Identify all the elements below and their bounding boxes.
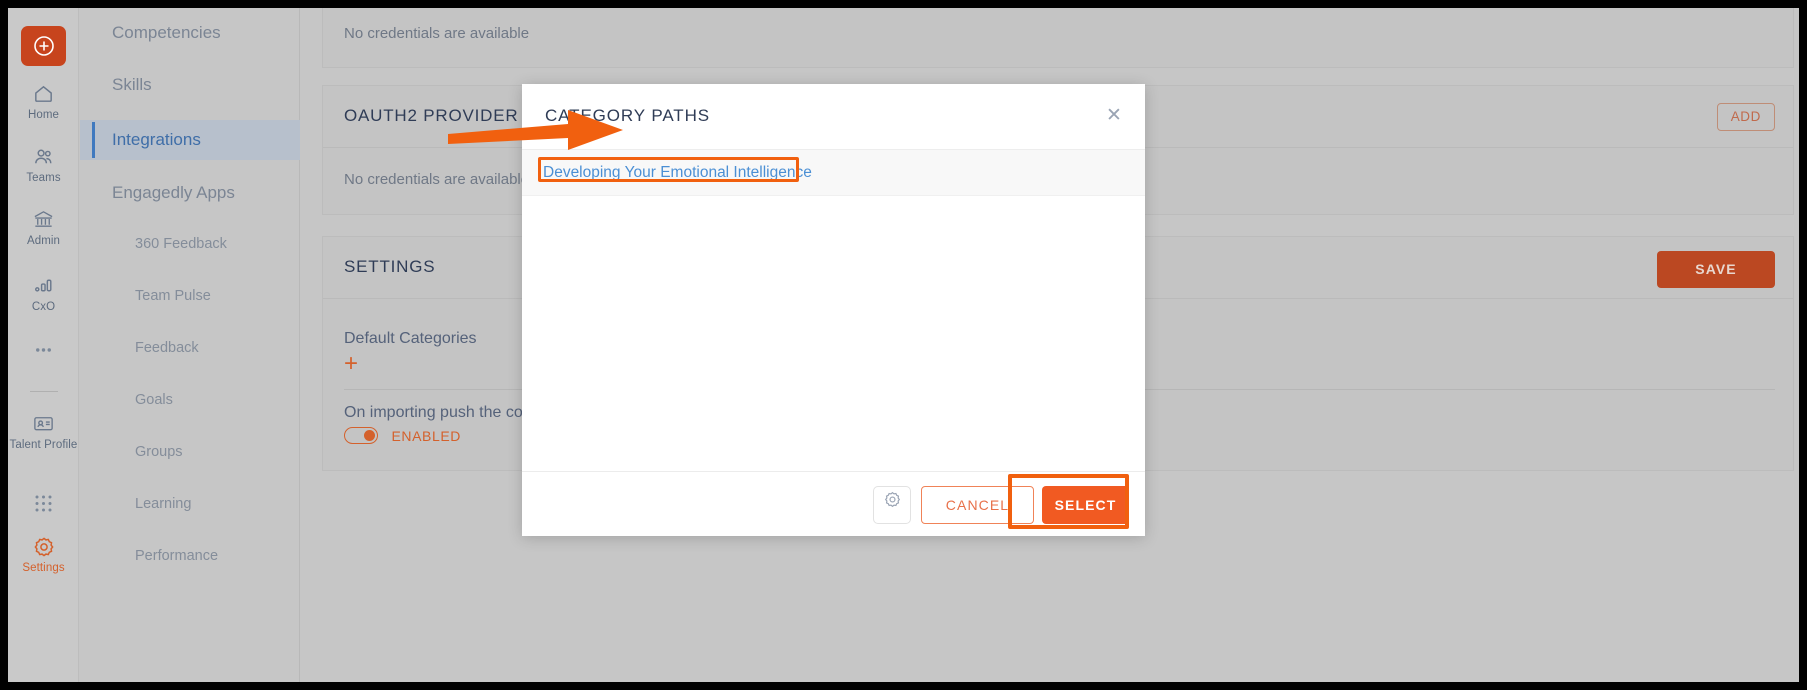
rail-label-home: Home (27, 109, 60, 121)
people-icon (8, 145, 79, 169)
rail-item-admin[interactable]: Admin (8, 208, 79, 248)
sidebar-item-groups[interactable]: Groups (80, 432, 300, 472)
rail-label-teams: Teams (26, 172, 61, 184)
modal-header: CATEGORY PATHS ✕ (522, 84, 1145, 149)
add-button[interactable]: ADD (1716, 103, 1775, 131)
settings-card-title: SETTINGS (344, 257, 436, 276)
sidebar-label-learning: Learning (135, 496, 192, 512)
default-categories-label: Default Categories (344, 330, 477, 347)
save-button[interactable]: SAVE (1657, 251, 1775, 288)
category-path-link[interactable]: Developing Your Emotional Intelligence (543, 164, 812, 181)
cancel-button[interactable]: CANCEL (921, 486, 1034, 524)
sidebar-label-360-feedback: 360 Feedback (135, 236, 227, 252)
toggle-on-icon[interactable] (344, 427, 378, 445)
rail-label-settings: Settings (22, 562, 65, 574)
rail-label-cxo: CxO (31, 301, 56, 313)
add-category-plus-icon[interactable]: + (344, 352, 358, 376)
sidebar-item-skills[interactable]: Skills (80, 65, 300, 105)
sidebar-item-performance[interactable]: Performance (80, 536, 300, 576)
credentials-empty-text-oauth: No credentials are available (344, 171, 530, 188)
rail-item-cxo[interactable]: CxO (8, 274, 79, 314)
close-icon[interactable]: ✕ (1101, 104, 1127, 130)
sidebar-item-competencies[interactable]: Competencies (80, 13, 300, 53)
select-button[interactable]: SELECT (1042, 486, 1129, 524)
credentials-empty-text-top: No credentials are available (344, 25, 530, 42)
primary-icon-rail: Home Teams Admin CxO Talent Profile Sett… (8, 8, 79, 682)
sidebar-label-performance: Performance (135, 548, 219, 564)
rail-item-teams[interactable]: Teams (8, 145, 79, 185)
sidebar-item-team-pulse[interactable]: Team Pulse (80, 276, 300, 316)
sidebar-label-integrations: Integrations (112, 130, 201, 149)
sidebar-label-competencies: Competencies (112, 23, 221, 42)
gear-icon (8, 535, 79, 559)
sidebar-item-360-feedback[interactable]: 360 Feedback (80, 224, 300, 264)
sidebar-label-groups: Groups (135, 444, 183, 460)
settings-gear-button[interactable] (873, 486, 911, 524)
gear-icon (883, 491, 902, 512)
home-icon (8, 82, 79, 106)
screenshot-frame: Home Teams Admin CxO Talent Profile Sett… (0, 0, 1807, 690)
modal-footer: CANCEL SELECT (522, 471, 1145, 536)
settings-sub-navigation: Competencies Skills Integrations Engaged… (80, 8, 300, 682)
plus-circle-icon (21, 34, 66, 58)
rail-label-admin: Admin (26, 235, 61, 247)
bank-icon (8, 208, 79, 232)
sidebar-label-team-pulse: Team Pulse (135, 288, 211, 304)
credentials-card-top: No credentials are available (322, 8, 1794, 68)
rail-divider (30, 391, 58, 392)
category-paths-modal: CATEGORY PATHS ✕ Developing Your Emotion… (522, 84, 1145, 536)
rail-item-apps-grid[interactable] (8, 492, 79, 519)
rail-item-talent-profile[interactable]: Talent Profile (8, 412, 79, 452)
rail-item-more[interactable] (8, 338, 79, 365)
sidebar-item-feedback[interactable]: Feedback (80, 328, 300, 368)
more-dots-icon (8, 338, 79, 362)
modal-title: CATEGORY PATHS (545, 106, 711, 125)
enabled-toggle-label: ENABLED (391, 427, 462, 444)
sidebar-item-engagedly-apps[interactable]: Engagedly Apps (80, 173, 300, 213)
id-card-icon (8, 412, 79, 436)
sidebar-label-goals: Goals (135, 392, 173, 408)
modal-body: Developing Your Emotional Intelligence (522, 149, 1145, 471)
sidebar-item-goals[interactable]: Goals (80, 380, 300, 420)
sidebar-label-engagedly-apps: Engagedly Apps (112, 183, 235, 202)
app-viewport: Home Teams Admin CxO Talent Profile Sett… (8, 8, 1799, 682)
sidebar-label-skills: Skills (112, 75, 152, 94)
bar-chart-icon (8, 274, 79, 298)
list-item[interactable]: Developing Your Emotional Intelligence (522, 150, 1145, 196)
grid-apps-icon (8, 492, 79, 516)
rail-item-settings[interactable]: Settings (8, 535, 79, 575)
rail-item-home[interactable]: Home (8, 82, 79, 122)
sidebar-item-learning[interactable]: Learning (80, 484, 300, 524)
sidebar-label-feedback: Feedback (135, 340, 199, 356)
brand-add-button[interactable] (21, 26, 66, 66)
rail-label-talent-profile: Talent Profile (9, 439, 78, 451)
enabled-toggle-row[interactable]: ENABLED (344, 427, 461, 447)
sidebar-item-integrations[interactable]: Integrations (80, 120, 300, 160)
